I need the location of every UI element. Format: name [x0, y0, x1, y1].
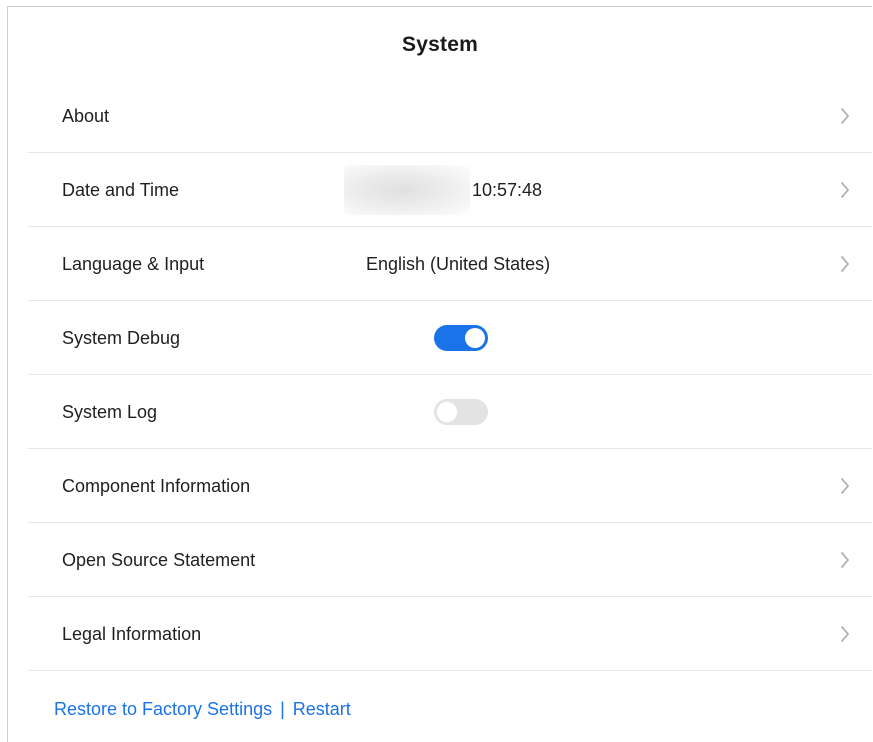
restore-factory-settings-link[interactable]: Restore to Factory Settings	[54, 699, 272, 719]
chevron-right-icon	[841, 552, 849, 568]
time-value: 10:57:48	[472, 180, 543, 200]
language-value: English (United States)	[366, 254, 551, 274]
system-debug-toggle[interactable]	[434, 325, 488, 351]
row-label: Date and Time	[62, 180, 180, 200]
chevron-right-icon	[841, 182, 849, 198]
settings-row-about[interactable]: About	[28, 79, 872, 153]
settings-row-component-information[interactable]: Component Information	[28, 449, 872, 523]
settings-row-open-source-statement[interactable]: Open Source Statement	[28, 523, 872, 597]
settings-row-date-time[interactable]: Date and Time 10:57:48	[28, 153, 872, 227]
restart-link[interactable]: Restart	[293, 699, 351, 719]
settings-row-system-debug: System Debug	[28, 301, 872, 375]
chevron-right-icon	[841, 108, 849, 124]
system-log-toggle[interactable]	[434, 399, 488, 425]
settings-row-legal-information[interactable]: Legal Information	[28, 597, 872, 671]
row-label: Component Information	[62, 476, 251, 496]
settings-row-system-log: System Log	[28, 375, 872, 449]
page-title: System	[402, 33, 478, 56]
row-label: Legal Information	[62, 624, 202, 644]
toggle-knob	[437, 402, 457, 422]
settings-panel: System About Date and Time 10:57:48 Lang…	[7, 6, 872, 742]
settings-list: About Date and Time 10:57:48 Language & …	[28, 79, 872, 671]
row-label: System Debug	[62, 328, 181, 348]
toggle-knob	[465, 328, 485, 348]
chevron-right-icon	[841, 256, 849, 272]
footer-separator: |	[280, 699, 285, 719]
chevron-right-icon	[841, 626, 849, 642]
settings-row-language-input[interactable]: Language & Input English (United States)	[28, 227, 872, 301]
chevron-right-icon	[841, 478, 849, 494]
footer-actions: Restore to Factory Settings | Restart	[54, 697, 351, 721]
redacted-date	[344, 165, 470, 215]
row-label: Language & Input	[62, 254, 205, 274]
row-label: About	[62, 106, 110, 126]
row-label: System Log	[62, 402, 158, 422]
row-label: Open Source Statement	[62, 550, 256, 570]
